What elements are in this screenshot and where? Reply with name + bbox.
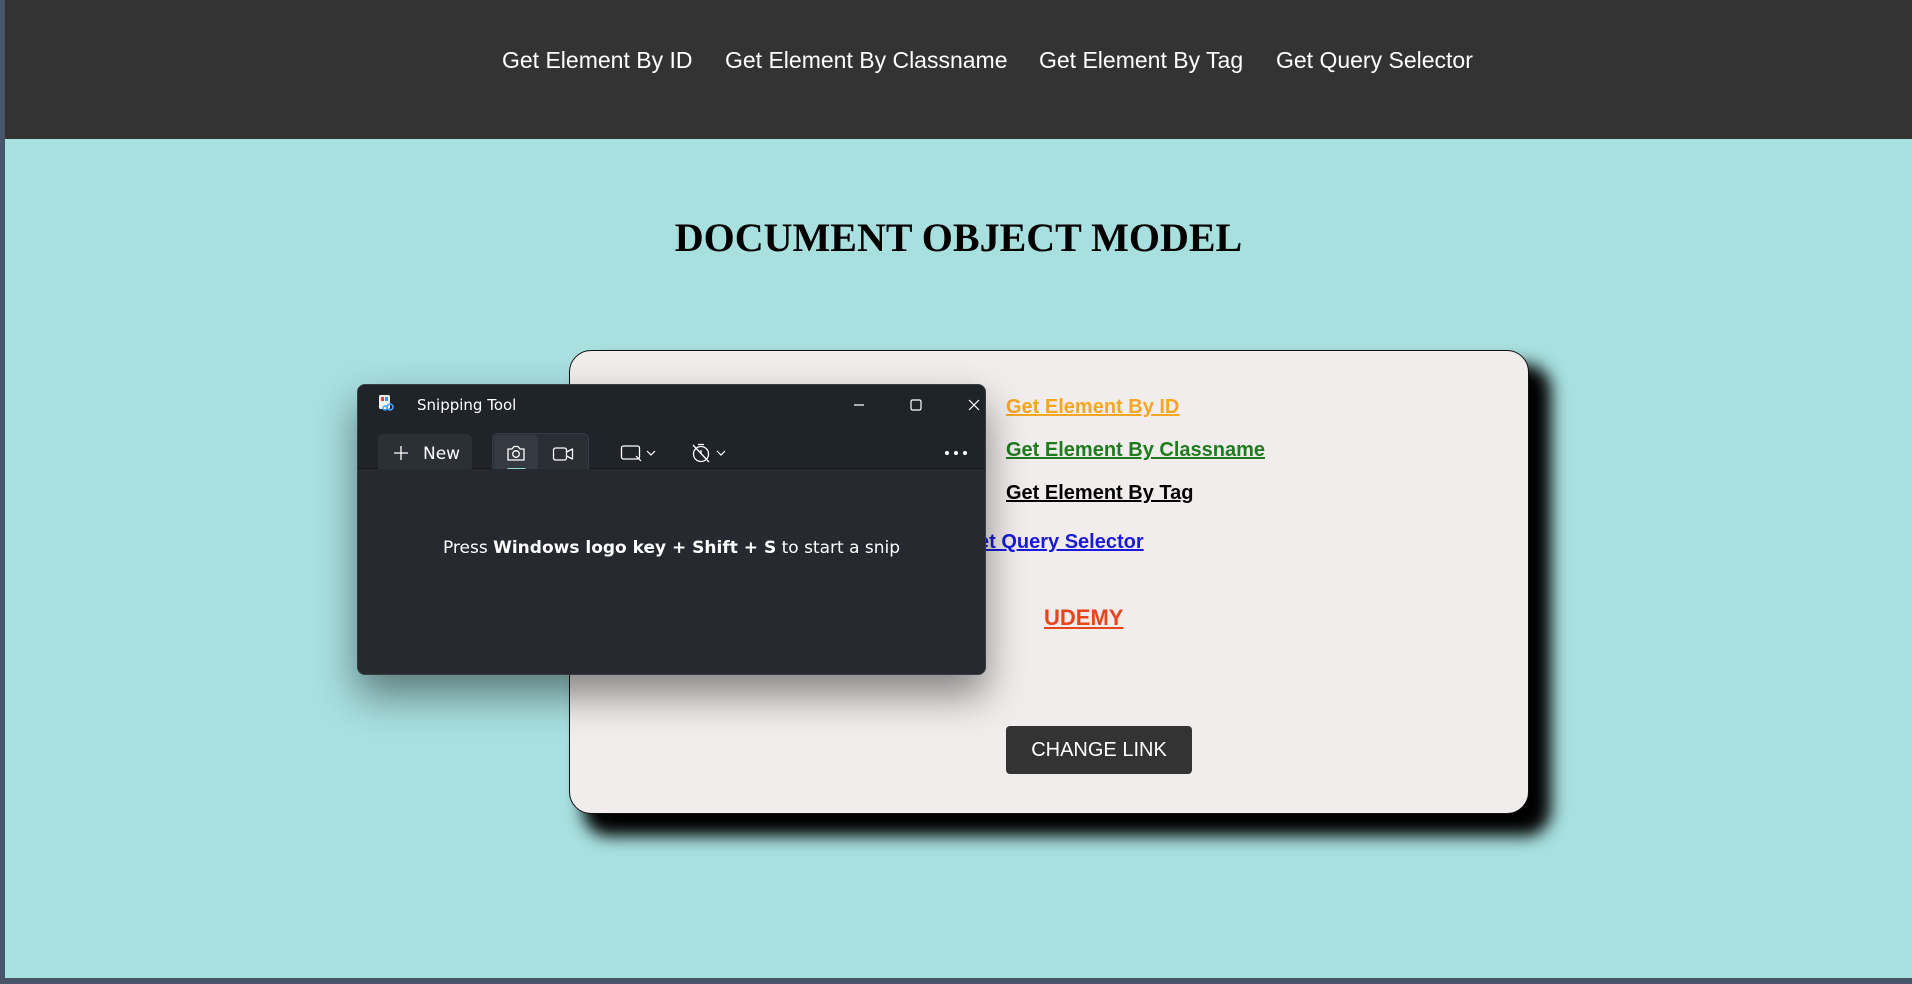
close-button[interactable] bbox=[952, 389, 985, 421]
nav-link-get-element-by-id[interactable]: Get Element By ID bbox=[502, 47, 692, 74]
nav-link-get-element-by-tag[interactable]: Get Element By Tag bbox=[1039, 47, 1243, 74]
card-link-get-element-by-classname[interactable]: Get Element By Classname bbox=[1006, 439, 1265, 462]
rectangle-snip-icon bbox=[620, 445, 642, 462]
video-icon bbox=[552, 447, 574, 461]
maximize-icon bbox=[910, 399, 922, 411]
snipping-tool-toolbar: New bbox=[358, 425, 985, 475]
change-link-button[interactable]: CHANGE LINK bbox=[1006, 726, 1192, 774]
nav-link-get-element-by-classname[interactable]: Get Element By Classname bbox=[725, 47, 1008, 74]
browser-viewport: Get Element By ID Get Element By Classna… bbox=[5, 0, 1912, 978]
snip-delay-dropdown[interactable] bbox=[684, 433, 734, 473]
maximize-button[interactable] bbox=[894, 389, 938, 421]
snipping-tool-titlebar[interactable]: Snipping Tool bbox=[358, 385, 985, 425]
chevron-down-icon bbox=[716, 450, 726, 456]
nav-link-get-query-selector[interactable]: Get Query Selector bbox=[1276, 47, 1473, 74]
close-icon bbox=[968, 399, 980, 411]
udemy-link[interactable]: UDEMY bbox=[1044, 605, 1123, 631]
timer-off-icon bbox=[692, 443, 710, 463]
new-snip-button[interactable]: New bbox=[378, 434, 472, 472]
hint-suffix: to start a snip bbox=[776, 538, 901, 558]
snipping-tool-title: Snipping Tool bbox=[417, 396, 517, 414]
minimize-button[interactable] bbox=[837, 389, 881, 421]
card-link-get-element-by-tag[interactable]: Get Element By Tag bbox=[1006, 482, 1193, 505]
card-link-get-element-by-id[interactable]: Get Element By ID bbox=[1006, 396, 1179, 419]
page-title: DOCUMENT OBJECT MODEL bbox=[674, 215, 1243, 260]
hint-keys: Windows logo key + Shift + S bbox=[493, 538, 777, 558]
more-icon bbox=[945, 451, 967, 455]
new-snip-label: New bbox=[423, 444, 461, 464]
chevron-down-icon bbox=[646, 450, 656, 456]
snipping-tool-body: Press Windows logo key + Shift + S to st… bbox=[358, 469, 985, 674]
card-link-get-query-selector[interactable]: et Query Selector bbox=[978, 531, 1144, 554]
snip-shortcut-hint: Press Windows logo key + Shift + S to st… bbox=[358, 538, 985, 558]
snipping-tool-window: Snipping Tool New Press Windows logo key… bbox=[357, 384, 986, 675]
top-navigation-bar: Get Element By ID Get Element By Classna… bbox=[5, 0, 1912, 139]
snip-shape-dropdown[interactable] bbox=[614, 433, 664, 473]
screenshot-mode-button[interactable] bbox=[494, 435, 538, 473]
plus-icon bbox=[394, 446, 408, 460]
see-more-button[interactable] bbox=[938, 433, 974, 473]
minimize-icon bbox=[854, 404, 864, 406]
video-mode-button[interactable] bbox=[541, 435, 585, 473]
hint-prefix: Press bbox=[442, 538, 494, 558]
snipping-tool-app-icon bbox=[379, 395, 394, 411]
camera-icon bbox=[507, 445, 525, 461]
